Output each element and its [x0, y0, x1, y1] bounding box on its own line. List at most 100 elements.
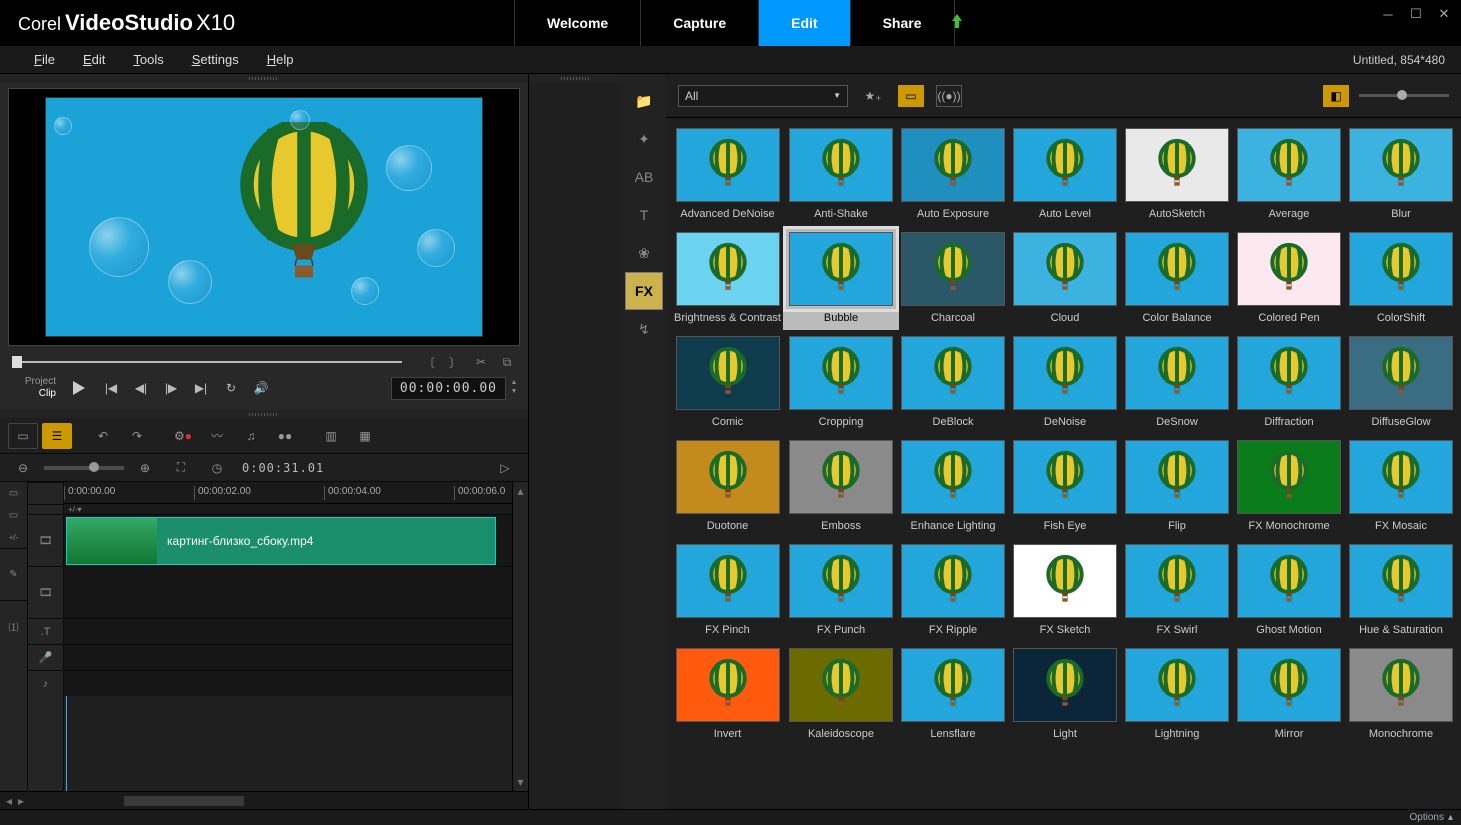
main-tab-welcome[interactable]: Welcome	[514, 0, 641, 46]
scrub-track[interactable]	[12, 361, 402, 363]
effect-item[interactable]: Cloud	[1013, 232, 1117, 324]
timecode-spinner[interactable]: ▲▼	[508, 379, 520, 397]
storyboard-icon[interactable]: ▭	[0, 482, 27, 504]
music-track[interactable]	[64, 670, 512, 696]
video-track[interactable]: картинг-близко_сбоку.mp4	[64, 514, 512, 566]
effect-item[interactable]: DeBlock	[901, 336, 1005, 428]
menu-edit[interactable]: Edit	[69, 48, 119, 71]
scrub-handle[interactable]	[12, 356, 22, 368]
thumbnail-size-slider[interactable]	[1359, 94, 1449, 97]
effect-item[interactable]: Auto Exposure	[901, 128, 1005, 220]
effect-item[interactable]: Ghost Motion	[1237, 544, 1341, 636]
video-track-head[interactable]: 🎞	[28, 514, 63, 566]
timeline-view-button[interactable]: ☰	[42, 423, 72, 449]
tracks-area[interactable]: картинг-близко_сбоку.mp4	[64, 514, 512, 791]
effect-item[interactable]: Auto Level	[1013, 128, 1117, 220]
mode-project[interactable]: Project	[8, 376, 56, 388]
effect-item[interactable]: DiffuseGlow	[1349, 336, 1453, 428]
effect-item[interactable]: Comic	[674, 336, 781, 428]
effect-item[interactable]: Cropping	[789, 336, 893, 428]
zoom-slider[interactable]	[44, 466, 124, 470]
ruler-sub[interactable]: +/-▾	[64, 504, 512, 514]
effect-item[interactable]: DeNoise	[1013, 336, 1117, 428]
show-audio-icon[interactable]: ((●))	[936, 85, 962, 107]
effect-item[interactable]: Hue & Saturation	[1349, 544, 1453, 636]
menu-settings[interactable]: Settings	[178, 48, 253, 71]
plus-minus-icon[interactable]: +/-	[0, 526, 27, 548]
category-combo[interactable]: All ▼	[678, 85, 848, 107]
effect-item[interactable]: Diffraction	[1237, 336, 1341, 428]
timeline-ruler[interactable]: 0:00:00.0000:00:02.0000:00:04.0000:00:06…	[64, 482, 512, 504]
menu-tools[interactable]: Tools	[119, 48, 177, 71]
chevron-up-icon[interactable]: ▴	[1448, 812, 1453, 823]
zoom-out-button[interactable]: ⊖	[8, 455, 38, 481]
effect-item[interactable]: Duotone	[674, 440, 781, 532]
effect-item[interactable]: Emboss	[789, 440, 893, 532]
effect-item[interactable]: FX Sketch	[1013, 544, 1117, 636]
step-back-button[interactable]: ◀|	[128, 376, 154, 400]
storyboard-view-button[interactable]: ▭	[8, 423, 38, 449]
scroll-thumb[interactable]	[124, 796, 244, 806]
step-fwd-button[interactable]: |▶	[158, 376, 184, 400]
effect-item[interactable]: FX Mosaic	[1349, 440, 1453, 532]
fit-project-button[interactable]: ⛶	[166, 455, 196, 481]
main-tab-capture[interactable]: Capture	[640, 0, 759, 46]
timeline-scroll-horizontal[interactable]: ◂▸	[0, 791, 528, 809]
loop-button[interactable]: ↻	[218, 376, 244, 400]
maximize-button[interactable]: ☐	[1407, 6, 1425, 22]
effect-item[interactable]: Lightning	[1125, 648, 1229, 740]
effect-item[interactable]: Kaleidoscope	[789, 648, 893, 740]
title-track-head[interactable]: .T	[28, 618, 63, 644]
tracks-button[interactable]: ▥	[316, 423, 346, 449]
effect-item[interactable]: Light	[1013, 648, 1117, 740]
main-tab-share[interactable]: Share	[850, 0, 955, 46]
effect-item[interactable]: Blur	[1349, 128, 1453, 220]
effect-item[interactable]: Lensflare	[901, 648, 1005, 740]
voice-track[interactable]	[64, 644, 512, 670]
audio-mixer-button[interactable]: 〰	[202, 423, 232, 449]
music-track-head[interactable]: ♪	[28, 670, 63, 696]
effect-item[interactable]: Bubble	[783, 226, 899, 330]
record-button[interactable]: ⚙●	[168, 423, 198, 449]
mark-in-icon[interactable]: 〔	[420, 354, 438, 370]
effect-item[interactable]: FX Pinch	[674, 544, 781, 636]
zoom-in-button[interactable]: ⊕	[130, 455, 160, 481]
title-track[interactable]	[64, 618, 512, 644]
mark-out-icon[interactable]: 〕	[446, 354, 464, 370]
grid-button[interactable]: ▦	[350, 423, 380, 449]
effect-item[interactable]: Average	[1237, 128, 1341, 220]
menu-help[interactable]: Help	[253, 48, 308, 71]
main-tab-edit[interactable]: Edit	[758, 0, 850, 46]
effect-item[interactable]: DeSnow	[1125, 336, 1229, 428]
play-button[interactable]	[64, 376, 94, 400]
graphic-icon[interactable]: T	[622, 196, 666, 234]
effect-item[interactable]: FX Punch	[789, 544, 893, 636]
thumbnail-view-icon[interactable]: ◧	[1323, 85, 1349, 107]
multi-trim-button[interactable]: ●●	[270, 423, 300, 449]
menu-file[interactable]: File	[20, 48, 69, 71]
effect-item[interactable]: ColorShift	[1349, 232, 1453, 324]
timeline-scroll-vertical[interactable]: ▴ ▾	[512, 482, 528, 791]
effect-item[interactable]: FX Swirl	[1125, 544, 1229, 636]
filter-icon[interactable]: ❀	[622, 234, 666, 272]
effect-item[interactable]: FX Monochrome	[1237, 440, 1341, 532]
effect-item[interactable]: AutoSketch	[1125, 128, 1229, 220]
upload-icon[interactable]	[943, 12, 971, 30]
effect-item[interactable]: Monochrome	[1349, 648, 1453, 740]
go-start-button[interactable]: |◀	[98, 376, 124, 400]
options-link[interactable]: Options	[1410, 812, 1444, 823]
undo-button[interactable]: ↶	[88, 423, 118, 449]
effect-item[interactable]: Advanced DeNoise	[674, 128, 781, 220]
effect-item[interactable]: Charcoal	[901, 232, 1005, 324]
path-icon[interactable]: ↯	[622, 310, 666, 348]
favorite-add-icon[interactable]: ★₊	[860, 85, 886, 107]
redo-button[interactable]: ↷	[122, 423, 152, 449]
storyboard-plus-icon[interactable]: ▭	[0, 504, 27, 526]
numeric-track-icon[interactable]: ⑴	[0, 600, 27, 652]
effect-item[interactable]: Mirror	[1237, 648, 1341, 740]
fx-icon[interactable]: FX	[625, 272, 663, 310]
snapshot-icon[interactable]: ⧉	[498, 354, 516, 370]
preview-mode-label[interactable]: Project Clip	[8, 376, 60, 400]
title-icon[interactable]: AB	[622, 158, 666, 196]
overlay-track-head[interactable]: 🎞	[28, 566, 63, 618]
